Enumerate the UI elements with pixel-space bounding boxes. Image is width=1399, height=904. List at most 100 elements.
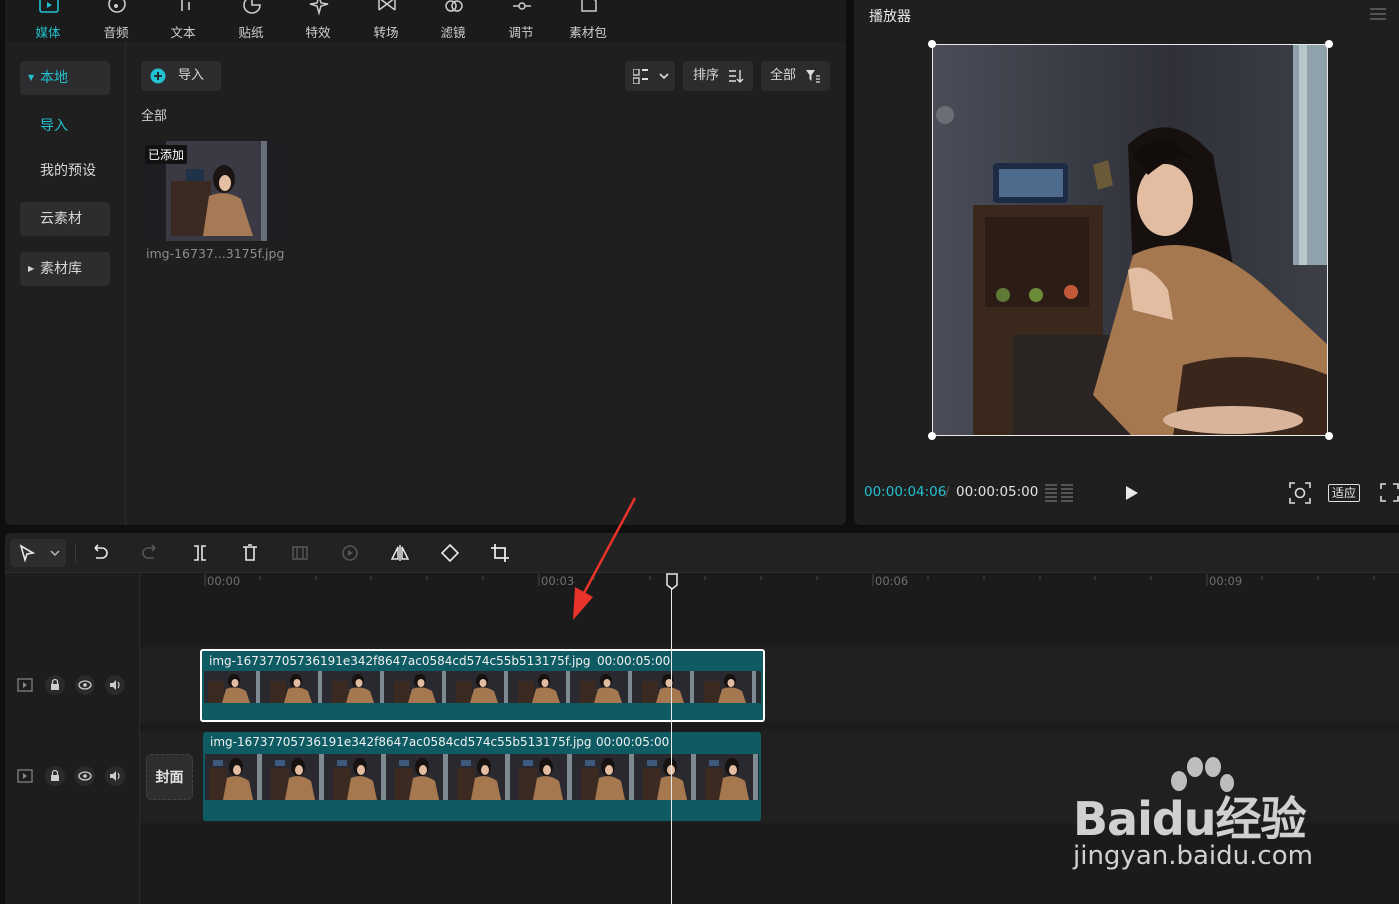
preview-image[interactable]	[932, 44, 1328, 436]
tab-text[interactable]: 文本	[155, 0, 211, 42]
clip-duration: 00:00:05:00	[597, 654, 671, 668]
playhead-line	[671, 585, 672, 904]
clip-duration: 00:00:05:00	[596, 735, 670, 749]
timeline-clip-main[interactable]: img-16737705736191e342f8647ac0584cd574c5…	[203, 732, 761, 821]
media-filename: img-16737...3175f.jpg	[146, 246, 285, 261]
track-type-icon	[17, 678, 33, 692]
tab-effects[interactable]: 特效	[290, 0, 346, 42]
category-tabs: 媒体 音频 文本 贴纸 特效 转场 滤镜 调节 素材包	[5, 0, 846, 42]
mute-track-button[interactable]	[105, 766, 125, 786]
mute-track-button[interactable]	[105, 675, 125, 695]
sidebar-item-label: 本地	[40, 70, 68, 86]
text-icon	[181, 0, 190, 11]
ruler-label: 00:06	[875, 574, 909, 588]
filmstrip-frames	[204, 671, 761, 703]
crop-handle-tr[interactable]	[1325, 40, 1333, 48]
lock-icon	[51, 769, 59, 781]
mirror-icon[interactable]	[390, 543, 410, 563]
clip-filmstrip	[205, 754, 759, 800]
tab-filter[interactable]: 滤镜	[425, 0, 481, 42]
import-label: 导入	[178, 68, 205, 83]
cover-button[interactable]: 封面	[146, 754, 193, 800]
rotate-icon[interactable]	[440, 543, 460, 563]
fullscreen-fit-icon[interactable]	[1289, 482, 1311, 504]
menu-icon[interactable]	[1370, 8, 1386, 20]
eye-icon	[78, 680, 92, 690]
filter-funnel-icon	[806, 70, 820, 83]
select-tool-button[interactable]	[10, 539, 66, 567]
fit-ratio-button[interactable]: 适应	[1328, 484, 1360, 502]
caret-down-icon: ▼	[28, 73, 35, 82]
tab-media[interactable]: 媒体	[20, 0, 76, 42]
hide-track-button[interactable]	[75, 766, 95, 786]
filter-icon	[445, 0, 463, 12]
hide-track-button[interactable]	[75, 675, 95, 695]
tab-label: 特效	[305, 25, 331, 40]
filter-label: 全部	[770, 68, 797, 83]
baidu-watermark: Baidu经验 jingyan.baidu.com	[1070, 755, 1370, 875]
grid-icon	[633, 69, 648, 84]
freeze-frame-icon[interactable]	[290, 543, 310, 563]
sidebar-item-label: 导入	[40, 118, 68, 134]
split-icon[interactable]	[190, 543, 210, 563]
tab-label: 媒体	[35, 25, 61, 40]
total-time: 00:00:05:00	[956, 484, 1039, 500]
crop-handle-tl[interactable]	[928, 40, 936, 48]
filter-button[interactable]: 全部	[761, 61, 830, 91]
sidebar-item-local[interactable]: ▼ 本地	[20, 61, 110, 95]
tab-package[interactable]: 素材包	[560, 0, 616, 42]
waveform-icon[interactable]	[1045, 483, 1073, 502]
current-time: 00:00:04:06	[864, 484, 947, 500]
media-thumbnail[interactable]: 已添加	[141, 141, 291, 241]
speaker-icon	[110, 680, 120, 690]
track-type-icon	[17, 769, 33, 783]
tab-sticker[interactable]: 贴纸	[223, 0, 279, 42]
toolbar-divider	[75, 543, 76, 563]
sort-icon	[729, 70, 744, 83]
section-label: 全部	[141, 109, 168, 124]
sidebar-item-import[interactable]: 导入	[20, 109, 110, 143]
chevron-down-icon	[659, 73, 669, 80]
timeline-clip-overlay[interactable]: img-16737705736191e342f8647ac0584cd574c5…	[200, 649, 765, 722]
expand-icon[interactable]	[1380, 483, 1399, 502]
lock-track-button[interactable]	[45, 766, 65, 786]
player-panel: 播放器 00:00:04:06 / 00:00:05:00 适应	[854, 0, 1399, 525]
tab-transition[interactable]: 转场	[358, 0, 414, 42]
redo-icon[interactable]	[140, 543, 160, 563]
sort-button[interactable]: 排序	[683, 61, 753, 91]
timeline-toolbar	[5, 533, 1399, 573]
sidebar-item-library[interactable]: ▶ 素材库	[20, 252, 110, 286]
added-badge: 已添加	[145, 145, 188, 164]
caret-right-icon: ▶	[28, 264, 35, 273]
reverse-play-icon[interactable]	[340, 543, 360, 563]
tab-label: 音频	[103, 25, 129, 40]
lock-track-button[interactable]	[45, 675, 65, 695]
transition-icon	[378, 0, 396, 11]
eye-icon	[78, 771, 92, 781]
tab-adjust[interactable]: 调节	[493, 0, 549, 42]
preview-photo	[933, 45, 1327, 435]
delete-icon[interactable]	[240, 543, 260, 563]
sidebar-item-presets[interactable]: 我的预设	[20, 154, 110, 188]
view-mode-button[interactable]	[625, 61, 675, 91]
package-icon	[581, 0, 597, 12]
ruler-label: 00:00	[207, 574, 241, 588]
clip-filename: img-16737705736191e342f8647ac0584cd574c5…	[210, 735, 592, 749]
tab-audio[interactable]: 音频	[88, 0, 144, 42]
import-button[interactable]: 导入	[141, 61, 221, 91]
media-sidebar: ▼ 本地 导入 我的预设 云素材 ▶ 素材库	[5, 42, 126, 525]
filmstrip-frames	[205, 754, 759, 800]
tab-label: 贴纸	[238, 25, 264, 40]
play-icon[interactable]	[1125, 485, 1139, 501]
watermark-brand: Baidu经验	[1073, 792, 1307, 846]
tab-label: 调节	[508, 25, 534, 40]
tab-label: 文本	[170, 25, 196, 40]
crop-icon[interactable]	[490, 543, 510, 563]
sidebar-item-cloud[interactable]: 云素材	[20, 202, 110, 236]
tab-label: 滤镜	[440, 25, 466, 40]
crop-handle-bl[interactable]	[928, 432, 936, 440]
track-headers	[5, 573, 140, 904]
undo-icon[interactable]	[90, 543, 110, 563]
crop-handle-br[interactable]	[1325, 432, 1333, 440]
playhead-handle[interactable]	[666, 573, 678, 590]
